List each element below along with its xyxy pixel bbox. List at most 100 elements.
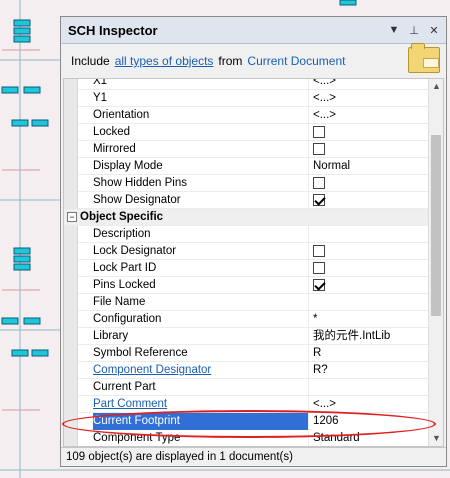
property-row[interactable]: Show Designator [64, 191, 429, 209]
group-header-row[interactable]: − Object Specific [64, 209, 429, 226]
property-value [313, 175, 429, 192]
row-gutter [64, 123, 78, 141]
property-row[interactable]: Orientation <...> [64, 106, 429, 124]
row-gutter [64, 327, 78, 345]
object-types-link[interactable]: all types of objects [115, 54, 214, 68]
property-checkbox[interactable] [313, 261, 325, 274]
property-value[interactable]: Standard [313, 430, 429, 447]
property-value [313, 243, 429, 260]
scroll-down-icon[interactable]: ▼ [429, 431, 443, 446]
property-name: Symbol Reference [93, 344, 309, 362]
scroll-thumb[interactable] [431, 135, 441, 316]
property-name: Show Hidden Pins [93, 174, 309, 192]
property-value[interactable]: * [313, 311, 429, 328]
property-name: Lock Designator [93, 242, 309, 260]
from-label: from [218, 54, 243, 68]
property-row[interactable]: Symbol Reference R [64, 344, 429, 362]
row-gutter [64, 140, 78, 158]
row-gutter [64, 378, 78, 396]
row-gutter [64, 344, 78, 362]
property-name: Lock Part ID [93, 259, 309, 277]
property-row[interactable]: Current Footprint 1206 [64, 412, 429, 430]
property-value[interactable]: Normal [313, 158, 429, 175]
pin-icon[interactable]: ⊥ [406, 22, 422, 38]
row-gutter [64, 259, 78, 277]
property-row[interactable]: Library 我的元件.IntLib [64, 327, 429, 345]
property-value[interactable]: R [313, 345, 429, 362]
property-name: Orientation [93, 106, 309, 124]
property-row[interactable]: Component Type Standard [64, 429, 429, 447]
property-row[interactable]: Display Mode Normal [64, 157, 429, 175]
property-checkbox[interactable] [313, 142, 325, 155]
property-value[interactable]: <...> [313, 79, 429, 90]
property-name: Current Part [93, 378, 309, 396]
property-checkbox[interactable] [313, 244, 325, 257]
property-value[interactable] [313, 294, 429, 311]
property-row[interactable]: X1 <...> [64, 79, 429, 90]
row-gutter [64, 89, 78, 107]
dropdown-arrow-icon[interactable]: ▼ [386, 22, 402, 38]
property-value[interactable]: <...> [313, 396, 429, 413]
row-gutter [64, 276, 78, 294]
property-name: Pins Locked [93, 276, 309, 294]
property-row[interactable]: Locked [64, 123, 429, 141]
property-row[interactable]: Current Part [64, 378, 429, 396]
folder-icon[interactable] [408, 43, 440, 73]
property-checkbox[interactable] [313, 278, 325, 291]
property-link[interactable]: Part Comment [93, 395, 309, 413]
property-row[interactable]: Show Hidden Pins [64, 174, 429, 192]
property-name: Component Type [93, 429, 309, 446]
property-name: Display Mode [93, 157, 309, 175]
property-row[interactable]: Configuration * [64, 310, 429, 328]
property-row[interactable]: Lock Part ID [64, 259, 429, 277]
property-value [313, 124, 429, 141]
property-checkbox[interactable] [313, 193, 325, 206]
property-value[interactable]: 我的元件.IntLib [313, 328, 429, 345]
property-row[interactable]: Y1 <...> [64, 89, 429, 107]
row-gutter [64, 242, 78, 260]
property-value[interactable] [313, 379, 429, 396]
row-gutter [64, 429, 78, 446]
property-value [313, 141, 429, 158]
property-row[interactable]: Lock Designator [64, 242, 429, 260]
property-row[interactable]: Description [64, 225, 429, 243]
property-link[interactable]: Component Designator [93, 361, 309, 379]
property-value[interactable]: <...> [313, 90, 429, 107]
row-gutter [64, 310, 78, 328]
group-title: Object Specific [80, 210, 164, 223]
property-row[interactable]: Part Comment <...> [64, 395, 429, 413]
panel-titlebar: SCH Inspector ▼ ⊥ ✕ [61, 17, 446, 44]
property-row[interactable]: Component Designator R? [64, 361, 429, 379]
property-value[interactable]: 1206 [313, 412, 429, 430]
row-gutter [64, 361, 78, 379]
property-checkbox[interactable] [313, 176, 325, 189]
row-gutter [64, 79, 78, 90]
property-row[interactable]: Pins Locked [64, 276, 429, 294]
row-gutter [64, 412, 78, 430]
property-name: Configuration [93, 310, 309, 328]
property-value[interactable]: R? [313, 362, 429, 379]
property-checkbox[interactable] [313, 125, 325, 138]
row-gutter [64, 106, 78, 124]
property-row[interactable]: File Name [64, 293, 429, 311]
property-value[interactable] [313, 226, 429, 243]
include-filter-bar: Include all types of objects from Curren… [61, 43, 446, 78]
row-gutter [64, 293, 78, 311]
include-label: Include [71, 54, 110, 68]
scope-link[interactable]: Current Document [247, 54, 345, 68]
scroll-up-icon[interactable]: ▲ [429, 79, 443, 94]
vertical-scrollbar[interactable]: ▲ ▼ [428, 79, 443, 446]
property-name: Locked [93, 123, 309, 141]
property-name: X1 [93, 79, 309, 90]
collapse-icon[interactable]: − [67, 212, 77, 222]
property-row[interactable]: Mirrored [64, 140, 429, 158]
property-name: Description [93, 225, 309, 243]
property-name: Mirrored [93, 140, 309, 158]
property-name: Library [93, 327, 309, 345]
property-value[interactable]: <...> [313, 107, 429, 124]
property-name: Y1 [93, 89, 309, 107]
sch-inspector-panel: SCH Inspector ▼ ⊥ ✕ Include all types of… [60, 16, 447, 467]
row-gutter [64, 157, 78, 175]
close-icon[interactable]: ✕ [426, 22, 442, 38]
property-value [313, 277, 429, 294]
